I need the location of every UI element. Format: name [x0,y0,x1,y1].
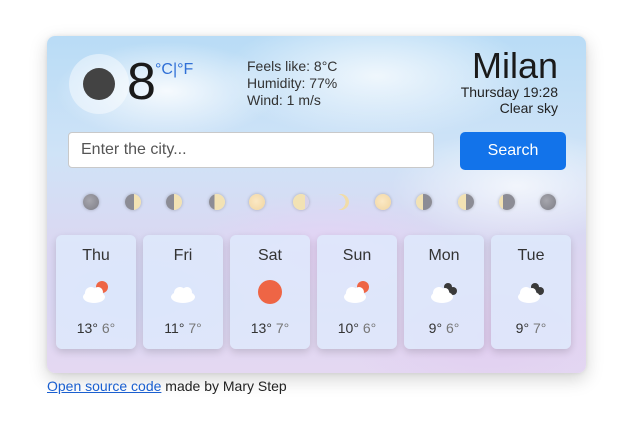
forecast-low: 7° [532,320,547,336]
current-temperature: 8 [127,53,156,111]
forecast-high: 9° [515,320,530,336]
forecast-card: Tue 9° 7° [491,235,571,349]
city-search-input[interactable] [68,132,434,168]
moon-phase-icon [166,194,182,210]
forecast-high: 13° [76,320,98,336]
forecast-day: Sun [342,247,372,264]
forecast-temps: 11° 7° [143,320,223,336]
humidity: Humidity: 77% [247,75,338,91]
source-code-link[interactable]: Open source code [47,378,161,394]
weather-condition: Clear sky [499,100,558,116]
forecast-card: Thu 13° 6° [56,235,136,349]
forecast-temps: 9° 6° [404,320,484,336]
footer: Open source code made by Mary Step [47,378,287,394]
forecast-day: Tue [517,247,545,264]
moon-phase-icon [416,194,432,210]
forecast-low: 7° [275,320,290,336]
forecast-high: 9° [428,320,443,336]
weather-details: Feels like: 8°C Humidity: 77% Wind: 1 m/… [247,58,337,109]
sun-icon [258,280,282,304]
cloud-dark-icon [518,283,544,303]
forecast-low: 6° [362,320,377,336]
moon-phase-icon [249,194,265,210]
forecast-day: Mon [428,247,460,264]
forecast-card: Fri 11° 7° [143,235,223,349]
forecast-temps: 10° 6° [317,320,397,336]
cloud-sun-icon [83,281,108,303]
forecast-card: Mon 9° 6° [404,235,484,349]
moon-phase-icon [458,194,474,210]
search-button[interactable]: Search [460,132,566,170]
moon-phase-icon [540,194,556,210]
forecast-card: Sun 10° 6° [317,235,397,349]
weather-card: 8 °C|°F Feels like: 8°C Humidity: 77% Wi… [47,36,586,373]
forecast-high: 10° [337,320,359,336]
moon-phase-icon [293,194,309,210]
forecast-high: 13° [250,320,272,336]
moon-phase-icon [333,194,349,210]
cloud-dark-icon [431,283,457,303]
forecast-temps: 9° 7° [491,320,571,336]
moon-phase-icon [375,194,391,210]
moon-phase-icon [209,194,225,210]
forecast-card: Sat 13° 7° [230,235,310,349]
forecast-low: 6° [445,320,460,336]
footer-credit: made by Mary Step [161,378,287,394]
unit-toggle[interactable]: °C|°F [155,61,193,79]
moon-phase-icon [125,194,141,210]
moon-icon [83,68,115,100]
forecast-low: 6° [101,320,116,336]
wind: Wind: 1 m/s [247,92,321,108]
forecast-high: 11° [164,320,185,336]
feels-like: Feels like: 8°C [247,58,338,74]
forecast-day: Thu [82,247,110,264]
city-name: Milan [471,45,558,86]
forecast-day: Sat [257,247,282,264]
forecast-day: Fri [173,247,193,264]
date-time: Thursday 19:28 [460,84,558,100]
forecast-low: 7° [188,320,202,336]
cloud-icon [171,287,195,303]
forecast-temps: 13° 6° [56,320,136,336]
moon-phase-icon [499,194,515,210]
moon-phase-icon [83,194,99,210]
cloud-sun-icon [344,281,369,303]
forecast-temps: 13° 7° [230,320,310,336]
